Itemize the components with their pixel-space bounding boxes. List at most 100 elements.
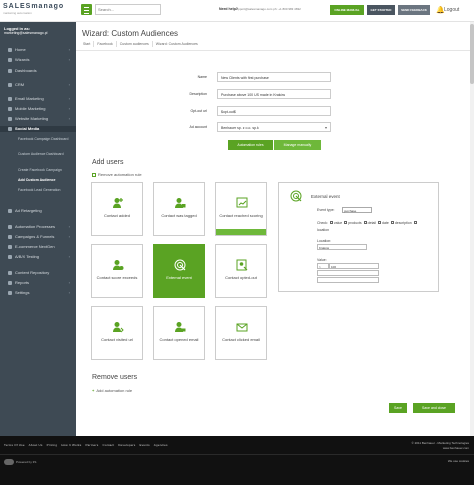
checkbox[interactable] bbox=[363, 221, 367, 224]
card-contact-tagged[interactable]: Contact was tagged bbox=[153, 182, 205, 236]
sidebar-subitem-facebook-campaign-dashboard[interactable]: Facebook Campaign Dashboard bbox=[18, 137, 74, 142]
automation-rules-button[interactable]: Automation rules bbox=[228, 140, 273, 150]
3s-logo-icon bbox=[4, 459, 14, 465]
cookies-note[interactable]: We use cookies bbox=[448, 459, 469, 464]
get-started-button[interactable]: GET STARTED bbox=[367, 5, 395, 15]
footer-link[interactable]: Developers bbox=[118, 443, 135, 447]
sidebar-item-dashboards[interactable]: Dashboards bbox=[0, 68, 76, 74]
value-extra-field-2[interactable] bbox=[317, 277, 379, 283]
sidebar-item-wizards[interactable]: Wizards › bbox=[0, 57, 76, 63]
value-operator-select[interactable]: > bbox=[317, 263, 329, 269]
footer-link[interactable]: Terms Of Use bbox=[4, 443, 25, 447]
logo[interactable]: SALESmanago marketing automation bbox=[3, 3, 73, 18]
event-type-select[interactable]: purchase bbox=[342, 207, 372, 213]
location-field[interactable]: Kraków bbox=[317, 244, 367, 250]
description-label: Description bbox=[189, 92, 207, 96]
sidebar-subitem-custom-audience-dashboard[interactable]: Custom Audience Dashboard bbox=[18, 152, 74, 157]
footer-link[interactable]: Contact bbox=[102, 443, 114, 447]
user-plus-icon bbox=[113, 198, 123, 208]
site-link[interactable]: www.benhauer.com bbox=[412, 446, 469, 451]
location-check-label: location bbox=[317, 228, 330, 232]
sidebar-item-mobile-marketing[interactable]: Mobile Marketing › bbox=[0, 106, 76, 112]
remove-automation-rule-link[interactable]: Remove automation rule bbox=[92, 172, 142, 177]
page-title: Wizard: Custom Audiences bbox=[82, 29, 179, 38]
sidebar-item-social-media[interactable]: Social Media bbox=[0, 126, 76, 132]
value-extra-field[interactable] bbox=[317, 270, 379, 276]
sidebar-item-home[interactable]: Home › bbox=[0, 47, 76, 53]
search-input[interactable] bbox=[95, 4, 161, 15]
sidebar-subitem-add-custom-audience[interactable]: Add Custom Audience bbox=[18, 178, 74, 183]
footer-links: Terms Of Use About Us Pricing How It Wor… bbox=[4, 443, 171, 447]
sidebar-subitem-facebook-lead-generation[interactable]: Facebook Lead Generation bbox=[18, 188, 74, 193]
checkbox[interactable] bbox=[344, 221, 348, 224]
check-row: Check: value products detail date descri… bbox=[317, 221, 437, 225]
adaccount-select[interactable]: Benhauer sp. z o.o. sp.k ▾ bbox=[217, 122, 331, 132]
footer-link[interactable]: Pricing bbox=[47, 443, 58, 447]
checkbox[interactable] bbox=[329, 221, 333, 224]
value-field[interactable]: 100 bbox=[329, 263, 379, 269]
footer-link[interactable]: How It Works bbox=[61, 443, 81, 447]
checkbox[interactable] bbox=[378, 221, 382, 224]
logo-text: SALESmanago bbox=[3, 3, 65, 10]
optout-field[interactable]: $opt-out$ bbox=[217, 106, 331, 116]
breadcrumb-item[interactable]: Custom audiences bbox=[117, 41, 153, 47]
checkbox[interactable] bbox=[413, 221, 417, 224]
save-button[interactable]: Save bbox=[389, 403, 407, 413]
add-automation-rule-link[interactable]: + Add automation rule bbox=[92, 388, 132, 393]
save-and-close-button[interactable]: Save and close bbox=[413, 403, 455, 413]
dashboard-icon bbox=[8, 69, 12, 73]
sidebar-item-email-marketing[interactable]: Email Marketing › bbox=[0, 96, 76, 102]
breadcrumb-item-current: Wizard: Custom Audiences bbox=[155, 42, 198, 46]
social-icon bbox=[8, 127, 12, 131]
home-icon bbox=[8, 48, 12, 52]
card-contact-opted-out[interactable]: Contact opted-out bbox=[215, 244, 267, 298]
card-contact-score-exceeds[interactable]: Contact score exceeds bbox=[91, 244, 143, 298]
sidebar-item-ecommerce[interactable]: E-commerce NextGen bbox=[0, 244, 76, 250]
footer-link[interactable]: Events bbox=[140, 443, 150, 447]
sidebar-subitem-create-facebook-campaign[interactable]: Create Facebook Campaign bbox=[18, 168, 74, 173]
form-row-description: Description Purchase above 100 US made i… bbox=[76, 89, 474, 99]
footer-link[interactable]: About Us bbox=[29, 443, 43, 447]
sidebar-item-website-marketing[interactable]: Website Marketing › bbox=[0, 116, 76, 122]
scrollbar[interactable] bbox=[470, 22, 474, 436]
breadcrumb-item[interactable]: Facebook bbox=[94, 41, 117, 47]
chart-icon bbox=[236, 197, 248, 208]
footer-link[interactable]: Agencies bbox=[154, 443, 168, 447]
sidebar-item-automation-processes[interactable]: Automation Processes › bbox=[0, 224, 76, 230]
card-external-event[interactable]: External event bbox=[153, 244, 205, 298]
online-manual-button[interactable]: ONLINE MANUAL bbox=[330, 5, 364, 15]
chevron-icon: › bbox=[68, 254, 70, 259]
checkbox[interactable] bbox=[390, 221, 394, 224]
card-label: Contact visited url bbox=[101, 337, 133, 342]
send-feedback-button[interactable]: SEND FEEDBACK bbox=[398, 5, 430, 15]
sidebar-item-content-repository[interactable]: Content Repository bbox=[0, 270, 76, 276]
sidebar-item-settings[interactable]: Settings › bbox=[0, 290, 76, 296]
chevron-icon: › bbox=[68, 280, 70, 285]
footer: Terms Of Use About Us Pricing How It Wor… bbox=[0, 436, 474, 485]
sidebar-item-ad-retargeting[interactable]: Ad Retargeting bbox=[0, 208, 76, 214]
chevron-icon: › bbox=[68, 47, 70, 52]
name-field[interactable]: New Clients with first purchase bbox=[217, 72, 331, 82]
card-contact-visited-url[interactable]: Contact visited url bbox=[91, 306, 143, 360]
breadcrumb-item[interactable]: Start bbox=[80, 41, 95, 47]
sidebar-item-reports[interactable]: Reports › bbox=[0, 280, 76, 286]
card-contact-reached-scoring[interactable]: Contact reached scoring bbox=[215, 182, 267, 236]
sidebar-item-crm[interactable]: CRM › bbox=[0, 82, 76, 88]
logout-link[interactable]: Logout bbox=[444, 7, 459, 13]
card-label: Contact was tagged bbox=[161, 213, 197, 218]
chevron-icon: › bbox=[68, 57, 70, 62]
card-contact-clicked-email[interactable]: Contact clicked email bbox=[215, 306, 267, 360]
sidebar-item-abx-testing[interactable]: A/B/X Testing › bbox=[0, 254, 76, 260]
top-bar: SALESmanago marketing automation Need he… bbox=[0, 0, 474, 22]
card-contact-added[interactable]: Contact added bbox=[91, 182, 143, 236]
menu-toggle-button[interactable] bbox=[81, 4, 92, 15]
scrollbar-thumb[interactable] bbox=[470, 24, 474, 84]
card-contact-opened-email[interactable]: Contact opened email bbox=[153, 306, 205, 360]
hamburger-icon bbox=[84, 7, 89, 8]
retargeting-icon bbox=[8, 209, 12, 213]
form-row-optout: Opt-out url $opt-out$ bbox=[76, 106, 474, 116]
manage-manually-button[interactable]: Manage manually bbox=[274, 140, 321, 150]
footer-link[interactable]: Partners bbox=[85, 443, 98, 447]
description-field[interactable]: Purchase above 100 US made in Kraków bbox=[217, 89, 331, 99]
sidebar-item-campaigns-funnels[interactable]: Campaigns & Funnels › bbox=[0, 234, 76, 240]
